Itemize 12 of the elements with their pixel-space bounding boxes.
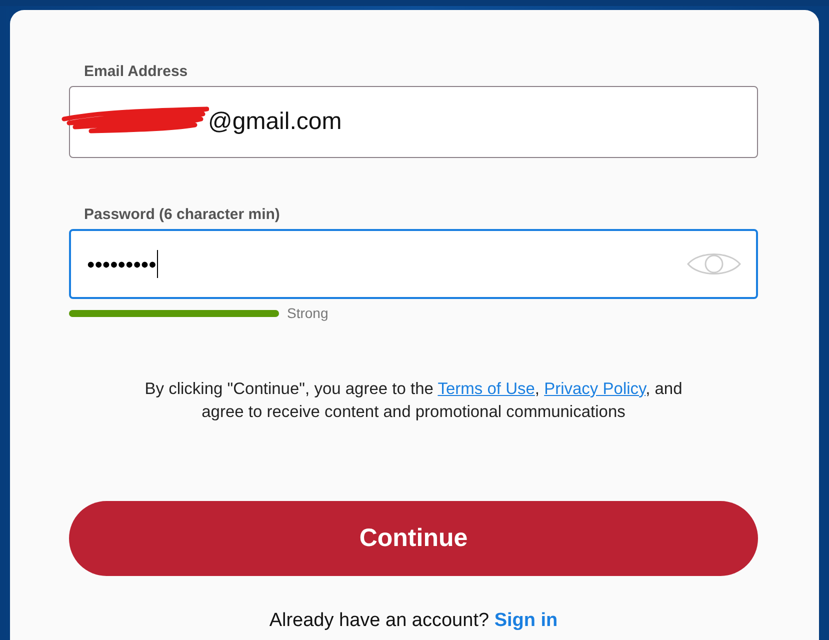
email-field[interactable]: @gmail.com	[69, 86, 758, 158]
continue-button[interactable]: Continue	[69, 501, 758, 576]
strength-label: Strong	[287, 304, 328, 322]
text-cursor	[157, 250, 158, 278]
signin-prompt: Already have an account?	[269, 610, 490, 631]
consent-text: By clicking "Continue", you agree to the Terms of Use, Privacy Policy, and agree to receive content and promotional communications	[144, 379, 684, 423]
password-field[interactable]: •••••••••	[69, 229, 758, 299]
field-label: Password (6 character min)	[84, 205, 281, 225]
field-label: Email Address	[84, 62, 189, 82]
consent-link[interactable]: Terms of Use	[438, 380, 535, 398]
consent-link[interactable]: Privacy Policy	[544, 380, 646, 398]
signin-link[interactable]: Sign in	[494, 610, 558, 631]
